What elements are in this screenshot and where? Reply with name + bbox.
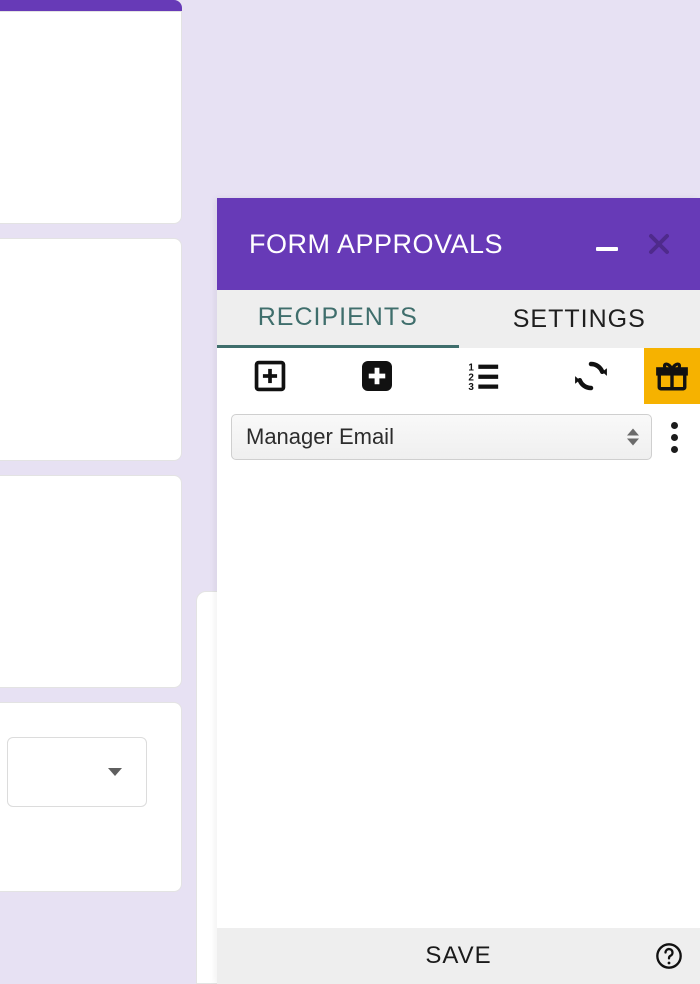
background-form-card [0, 11, 182, 224]
kebab-dot [671, 422, 678, 429]
gift-button[interactable] [644, 348, 700, 404]
refresh-button[interactable] [537, 348, 644, 404]
background-form-card [0, 238, 182, 461]
panel-header: FORM APPROVALS [217, 198, 700, 290]
chevron-down-icon [108, 768, 122, 776]
svg-text:3: 3 [468, 382, 474, 393]
form-card-accent [0, 0, 182, 11]
background-form-card [0, 475, 182, 688]
form-approvals-panel: FORM APPROVALS RECIPIENTS SETTINGS [217, 198, 700, 984]
add-recipient-filled-button[interactable] [324, 348, 431, 404]
tabs: RECIPIENTS SETTINGS [217, 290, 700, 348]
ordered-list-icon: 1 2 3 [467, 359, 501, 393]
close-icon [647, 232, 671, 256]
select-sort-icon [627, 429, 639, 446]
minimize-icon [596, 247, 618, 251]
ordered-list-button[interactable]: 1 2 3 [431, 348, 538, 404]
kebab-dot [671, 446, 678, 453]
toolbar: 1 2 3 [217, 348, 700, 404]
help-icon [655, 942, 683, 970]
form-dropdown[interactable] [7, 737, 147, 807]
kebab-dot [671, 434, 678, 441]
plus-square-filled-icon [359, 358, 395, 394]
recipients-content: Manager Email [217, 404, 700, 928]
minimize-button[interactable] [588, 225, 626, 263]
recipient-select-label: Manager Email [246, 424, 394, 450]
close-button[interactable] [640, 225, 678, 263]
plus-square-outline-icon [253, 359, 287, 393]
tab-settings[interactable]: SETTINGS [459, 290, 700, 348]
recipient-row: Manager Email [231, 414, 686, 460]
background-form-card [0, 702, 182, 892]
help-button[interactable] [654, 941, 684, 971]
gift-icon [655, 359, 689, 393]
tab-recipients[interactable]: RECIPIENTS [217, 290, 459, 348]
panel-title: FORM APPROVALS [249, 229, 574, 260]
recipient-select[interactable]: Manager Email [231, 414, 652, 460]
refresh-icon [573, 358, 609, 394]
save-button[interactable]: SAVE [425, 942, 491, 970]
panel-footer: SAVE [217, 928, 700, 984]
recipient-menu-button[interactable] [662, 417, 686, 457]
add-recipient-button[interactable] [217, 348, 324, 404]
